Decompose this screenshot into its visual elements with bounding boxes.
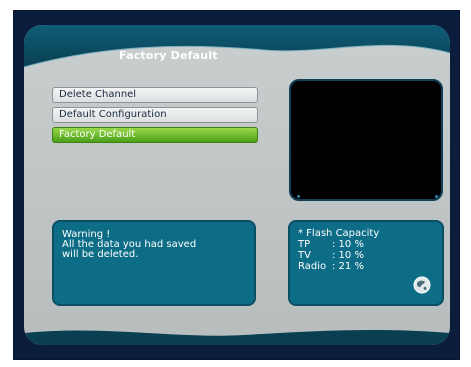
flash-label: TV [298, 250, 311, 261]
flash-label: Radio [298, 261, 327, 272]
flash-row-tv: TV : 10 % [298, 250, 434, 261]
menu-list: Delete Channel Default Configuration Fac… [52, 87, 258, 147]
flash-label: TP [298, 239, 311, 250]
preview-corner-dot [297, 195, 300, 198]
page-title: Factory Default [119, 49, 218, 62]
flash-value: : 21 % [332, 261, 364, 272]
warning-text-line: will be deleted. [62, 249, 139, 260]
flash-value: : 10 % [332, 239, 364, 250]
header-banner [24, 25, 450, 68]
main-panel: Factory Default Delete Channel Default C… [24, 25, 450, 345]
preview-corner-dot [435, 195, 438, 198]
flash-row-radio: Radio : 21 % [298, 261, 434, 272]
flash-title: * Flash Capacity [298, 228, 380, 239]
flash-capacity-box: * Flash Capacity TP : 10 % TV : 10 % Rad… [288, 220, 444, 306]
warning-box: Warning ! All the data you had saved wil… [52, 220, 256, 306]
menu-item-delete-channel[interactable]: Delete Channel [52, 87, 258, 103]
flash-row-tp: TP : 10 % [298, 239, 434, 250]
video-preview [289, 79, 443, 201]
tv-frame: Factory Default Delete Channel Default C… [13, 10, 460, 360]
globe-icon [413, 276, 431, 294]
screen: Factory Default Delete Channel Default C… [0, 0, 471, 367]
menu-item-factory-default[interactable]: Factory Default [52, 127, 258, 143]
flash-value: : 10 % [332, 250, 364, 261]
menu-item-default-configuration[interactable]: Default Configuration [52, 107, 258, 123]
footer-wave [24, 329, 450, 345]
